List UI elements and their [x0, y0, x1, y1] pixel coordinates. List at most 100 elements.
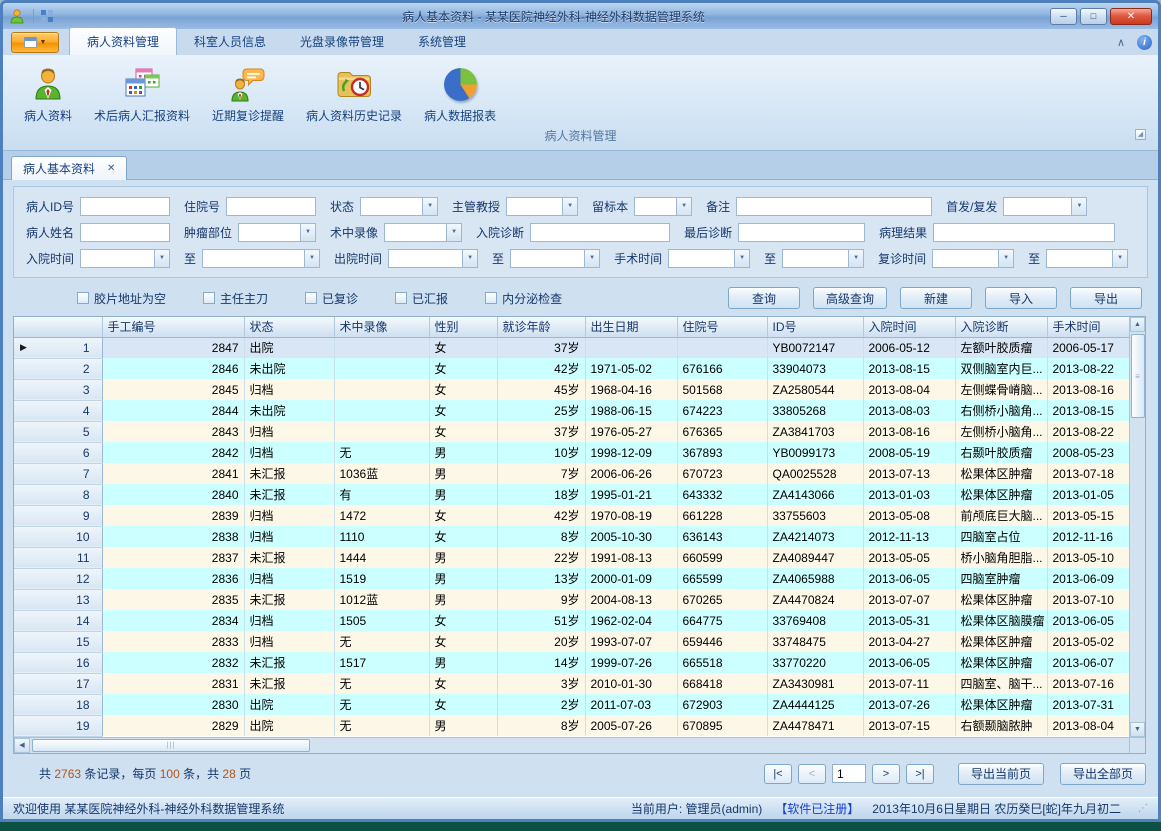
row-header-cell[interactable]: 11: [14, 547, 102, 568]
table-cell[interactable]: 2006-05-17: [1047, 337, 1130, 358]
table-cell[interactable]: 未汇报: [244, 673, 334, 694]
dropdown-arrow-icon[interactable]: ▼: [422, 198, 437, 215]
table-cell[interactable]: 归档: [244, 379, 334, 400]
table-cell[interactable]: YB0099173: [767, 442, 863, 463]
table-cell[interactable]: 2008-05-23: [1047, 442, 1130, 463]
dropdown-arrow-icon[interactable]: ▼: [462, 250, 477, 267]
table-cell[interactable]: 男: [429, 715, 497, 736]
table-cell[interactable]: 2013-04-27: [863, 631, 955, 652]
table-cell[interactable]: 1970-08-19: [585, 505, 677, 526]
table-cell[interactable]: 33770220: [767, 652, 863, 673]
table-cell[interactable]: 2846: [102, 358, 244, 379]
table-cell[interactable]: 1976-05-27: [585, 421, 677, 442]
table-cell[interactable]: [334, 400, 429, 421]
table-cell[interactable]: ZA2580544: [767, 379, 863, 400]
table-cell[interactable]: 男: [429, 442, 497, 463]
table-cell[interactable]: 2013-07-26: [863, 694, 955, 715]
table-cell[interactable]: 归档: [244, 421, 334, 442]
table-cell[interactable]: 女: [429, 379, 497, 400]
dropdown-arrow-icon[interactable]: ▼: [1071, 198, 1086, 215]
table-cell[interactable]: 无: [334, 442, 429, 463]
table-cell[interactable]: 男: [429, 547, 497, 568]
dropdown-arrow-icon[interactable]: ▼: [584, 250, 599, 267]
table-cell[interactable]: 四脑室、脑干...: [955, 673, 1047, 694]
advanced-query-button[interactable]: 高级查询: [813, 287, 887, 309]
table-cell[interactable]: 665518: [677, 652, 767, 673]
table-cell[interactable]: 2013-05-02: [1047, 631, 1130, 652]
table-cell[interactable]: 女: [429, 505, 497, 526]
table-cell[interactable]: 13岁: [497, 568, 585, 589]
surgery-date-to-select[interactable]: ▼: [782, 249, 864, 268]
last-page-button[interactable]: >|: [906, 764, 934, 784]
dropdown-arrow-icon[interactable]: ▼: [998, 250, 1013, 267]
row-header-cell[interactable]: 1▶: [14, 337, 102, 358]
table-cell[interactable]: 2832: [102, 652, 244, 673]
table-cell[interactable]: 2013-08-15: [1047, 400, 1130, 421]
surgery-date-from-select[interactable]: ▼: [668, 249, 750, 268]
table-cell[interactable]: 未汇报: [244, 652, 334, 673]
first-page-button[interactable]: |<: [764, 764, 792, 784]
table-row[interactable]: 1▶2847出院女37岁YB00721472006-05-12左额叶胶质瘤200…: [14, 337, 1130, 358]
row-header-cell[interactable]: 12: [14, 568, 102, 589]
horizontal-scroll-thumb[interactable]: |||: [32, 739, 310, 752]
table-cell[interactable]: YB0072147: [767, 337, 863, 358]
table-cell[interactable]: 2013-07-13: [863, 463, 955, 484]
table-cell[interactable]: 1998-12-09: [585, 442, 677, 463]
table-cell[interactable]: 2840: [102, 484, 244, 505]
column-header-8[interactable]: ID号: [767, 317, 863, 337]
dropdown-arrow-icon[interactable]: ▼: [304, 250, 319, 267]
table-cell[interactable]: 女: [429, 421, 497, 442]
table-cell[interactable]: 674223: [677, 400, 767, 421]
table-cell[interactable]: 8岁: [497, 526, 585, 547]
table-cell[interactable]: 松果体区肿瘤: [955, 631, 1047, 652]
table-cell[interactable]: 643332: [677, 484, 767, 505]
table-cell[interactable]: 左额叶胶质瘤: [955, 337, 1047, 358]
dropdown-arrow-icon[interactable]: ▼: [1112, 250, 1127, 267]
table-cell[interactable]: ZA4065988: [767, 568, 863, 589]
table-cell[interactable]: 松果体区肿瘤: [955, 652, 1047, 673]
row-header-cell[interactable]: 16: [14, 652, 102, 673]
row-header-cell[interactable]: 14: [14, 610, 102, 631]
column-header-10[interactable]: 入院诊断: [955, 317, 1047, 337]
table-cell[interactable]: ZA4089447: [767, 547, 863, 568]
table-cell[interactable]: 右颞叶胶质瘤: [955, 442, 1047, 463]
prev-page-button[interactable]: <: [798, 764, 826, 784]
row-header-cell[interactable]: 3: [14, 379, 102, 400]
export-current-page-button[interactable]: 导出当前页: [958, 763, 1044, 785]
table-cell[interactable]: 2837: [102, 547, 244, 568]
table-cell[interactable]: 1968-04-16: [585, 379, 677, 400]
table-row[interactable]: 152833归档无女20岁1993-07-0765944633748475201…: [14, 631, 1130, 652]
table-cell[interactable]: 45岁: [497, 379, 585, 400]
table-cell[interactable]: 8岁: [497, 715, 585, 736]
table-cell[interactable]: 女: [429, 694, 497, 715]
row-header-cell[interactable]: 9: [14, 505, 102, 526]
table-cell[interactable]: 男: [429, 652, 497, 673]
revisit-reminder-button[interactable]: 近期复诊提醒: [201, 61, 295, 126]
table-cell[interactable]: 2013-08-03: [863, 400, 955, 421]
data-report-button[interactable]: 病人数据报表: [413, 61, 507, 126]
table-cell[interactable]: 男: [429, 589, 497, 610]
column-header-9[interactable]: 入院时间: [863, 317, 955, 337]
next-page-button[interactable]: >: [872, 764, 900, 784]
table-cell[interactable]: 2833: [102, 631, 244, 652]
table-cell[interactable]: 2岁: [497, 694, 585, 715]
info-icon[interactable]: i: [1137, 35, 1152, 50]
table-cell[interactable]: 左侧蝶骨嵴脑...: [955, 379, 1047, 400]
table-cell[interactable]: 2842: [102, 442, 244, 463]
table-cell[interactable]: [334, 421, 429, 442]
table-cell[interactable]: 670895: [677, 715, 767, 736]
table-cell[interactable]: 501568: [677, 379, 767, 400]
table-cell[interactable]: 2013-08-16: [1047, 379, 1130, 400]
table-cell[interactable]: 2012-11-16: [1047, 526, 1130, 547]
remark-input[interactable]: [736, 197, 932, 216]
revisited-checkbox[interactable]: 已复诊: [305, 290, 358, 307]
column-header-0[interactable]: [14, 317, 102, 337]
row-header-cell[interactable]: 2: [14, 358, 102, 379]
table-cell[interactable]: 1036蓝: [334, 463, 429, 484]
table-cell[interactable]: 2013-08-16: [863, 421, 955, 442]
table-cell[interactable]: 10岁: [497, 442, 585, 463]
table-row[interactable]: 22846未出院女42岁1971-05-02676166339040732013…: [14, 358, 1130, 379]
table-row[interactable]: 102838归档1110女8岁2005-10-30636143ZA4214073…: [14, 526, 1130, 547]
postop-report-button[interactable]: 术后病人汇报资料: [83, 61, 201, 126]
row-header-cell[interactable]: 19: [14, 715, 102, 736]
